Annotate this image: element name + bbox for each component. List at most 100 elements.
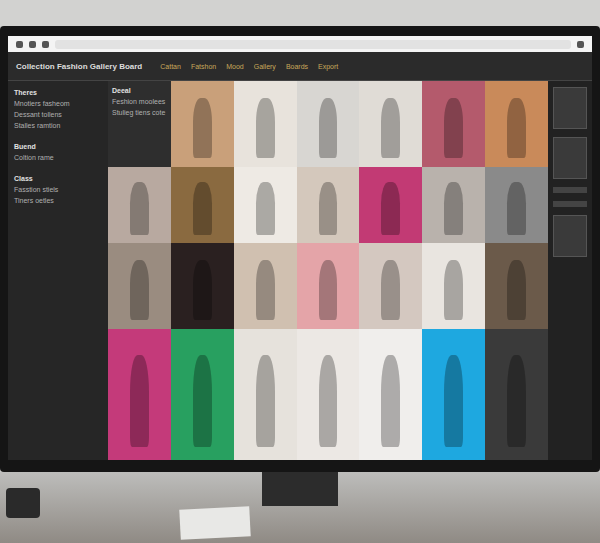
photo-tile[interactable] xyxy=(485,329,548,460)
photo-tile[interactable] xyxy=(422,243,485,329)
photo-tile[interactable] xyxy=(359,167,422,243)
panel-section: Theres Mnotiers fasheom Dessant tollens Sta… xyxy=(14,89,102,129)
figure-icon xyxy=(319,182,338,235)
photo-prints xyxy=(179,506,250,540)
toolbar: Collection Fashion Gallery Board Cattan Fa… xyxy=(8,52,592,81)
toolbar-item[interactable]: Cattan xyxy=(160,63,181,70)
photo-tile[interactable] xyxy=(297,243,360,329)
monitor-stand xyxy=(262,472,338,506)
figure-icon xyxy=(193,98,212,158)
photo-tile[interactable] xyxy=(234,329,297,460)
figure-icon xyxy=(507,182,526,235)
photo-tile[interactable] xyxy=(422,329,485,460)
left-panel: Theres Mnotiers fasheom Dessant tollens Sta… xyxy=(8,81,108,460)
scene: Collection Fashion Gallery Board Cattan Fa… xyxy=(0,0,600,543)
figure-icon xyxy=(256,98,275,158)
info-line: Stulieg tiens cote xyxy=(112,109,167,116)
panel-bar xyxy=(553,187,587,193)
right-panel xyxy=(548,81,592,460)
section-line[interactable]: Mnotiers fasheom xyxy=(14,100,102,107)
info-line: Feshion moolees xyxy=(112,98,167,105)
section-heading: Buend xyxy=(14,143,102,150)
section-line[interactable]: Coltion rame xyxy=(14,154,102,161)
figure-icon xyxy=(381,98,400,158)
photo-tile[interactable] xyxy=(422,81,485,167)
photo-tile[interactable] xyxy=(359,329,422,460)
section-line[interactable]: Stalles ramtion xyxy=(14,122,102,129)
menu-icon[interactable] xyxy=(577,41,584,48)
desk xyxy=(0,472,600,543)
photo-tile[interactable] xyxy=(234,81,297,167)
toolbar-item[interactable]: Fatshon xyxy=(191,63,216,70)
figure-icon xyxy=(507,260,526,320)
figure-icon xyxy=(193,182,212,235)
photo-tile[interactable] xyxy=(359,81,422,167)
figure-icon xyxy=(507,98,526,158)
photo-tile[interactable] xyxy=(297,329,360,460)
photo-tile[interactable] xyxy=(108,167,171,243)
photo-tile[interactable] xyxy=(234,243,297,329)
figure-icon xyxy=(319,355,338,447)
address-bar xyxy=(8,36,592,52)
panel-thumb[interactable] xyxy=(553,215,587,257)
photo-tile[interactable] xyxy=(297,167,360,243)
figure-icon xyxy=(381,182,400,235)
photo-tile[interactable] xyxy=(485,167,548,243)
photo-tile[interactable] xyxy=(171,81,234,167)
figure-icon xyxy=(444,355,463,447)
photo-tile[interactable] xyxy=(171,329,234,460)
figure-icon xyxy=(256,260,275,320)
monitor: Collection Fashion Gallery Board Cattan Fa… xyxy=(0,26,600,472)
figure-icon xyxy=(381,260,400,320)
panel-thumb[interactable] xyxy=(553,137,587,179)
figure-icon xyxy=(130,355,149,447)
section-heading: Class xyxy=(14,175,102,182)
panel-section: Buend Coltion rame xyxy=(14,143,102,161)
figure-icon xyxy=(444,98,463,158)
photo-tile[interactable] xyxy=(234,167,297,243)
toolbar-item[interactable]: Mood xyxy=(226,63,244,70)
forward-icon[interactable] xyxy=(29,41,36,48)
section-line[interactable]: Fasstion stiels xyxy=(14,186,102,193)
photo-tile[interactable] xyxy=(108,329,171,460)
info-card: Deeal Feshion moolees Stulieg tiens cote xyxy=(108,81,171,167)
photo-tile[interactable] xyxy=(485,243,548,329)
back-icon[interactable] xyxy=(16,41,23,48)
figure-icon xyxy=(319,260,338,320)
info-heading: Deeal xyxy=(112,87,167,94)
figure-icon xyxy=(381,355,400,447)
url-field[interactable] xyxy=(55,40,571,49)
photo-tile[interactable] xyxy=(359,243,422,329)
panel-thumb[interactable] xyxy=(553,87,587,129)
figure-icon xyxy=(193,355,212,447)
figure-icon xyxy=(507,355,526,447)
photo-tile[interactable] xyxy=(171,243,234,329)
photo-tile[interactable] xyxy=(171,167,234,243)
toolbar-item[interactable]: Export xyxy=(318,63,338,70)
photo-grid: Deeal Feshion moolees Stulieg tiens cote xyxy=(108,81,548,460)
camera-icon xyxy=(6,488,40,518)
section-line[interactable]: Tiners oetles xyxy=(14,197,102,204)
screen: Collection Fashion Gallery Board Cattan Fa… xyxy=(8,36,592,460)
toolbar-item[interactable]: Boards xyxy=(286,63,308,70)
panel-section: Class Fasstion stiels Tiners oetles xyxy=(14,175,102,204)
section-line[interactable]: Dessant tollens xyxy=(14,111,102,118)
section-heading: Theres xyxy=(14,89,102,96)
figure-icon xyxy=(256,355,275,447)
panel-bar xyxy=(553,201,587,207)
photo-tile[interactable] xyxy=(297,81,360,167)
toolbar-item[interactable]: Gallery xyxy=(254,63,276,70)
figure-icon xyxy=(130,260,149,320)
figure-icon xyxy=(444,182,463,235)
reload-icon[interactable] xyxy=(42,41,49,48)
figure-icon xyxy=(444,260,463,320)
photo-tile[interactable] xyxy=(422,167,485,243)
figure-icon xyxy=(319,98,338,158)
photo-tile[interactable] xyxy=(108,243,171,329)
main-area: Theres Mnotiers fasheom Dessant tollens Sta… xyxy=(8,81,592,460)
photo-tile[interactable] xyxy=(485,81,548,167)
figure-icon xyxy=(256,182,275,235)
figure-icon xyxy=(193,260,212,320)
app-title: Collection Fashion Gallery Board xyxy=(16,62,142,71)
figure-icon xyxy=(130,182,149,235)
